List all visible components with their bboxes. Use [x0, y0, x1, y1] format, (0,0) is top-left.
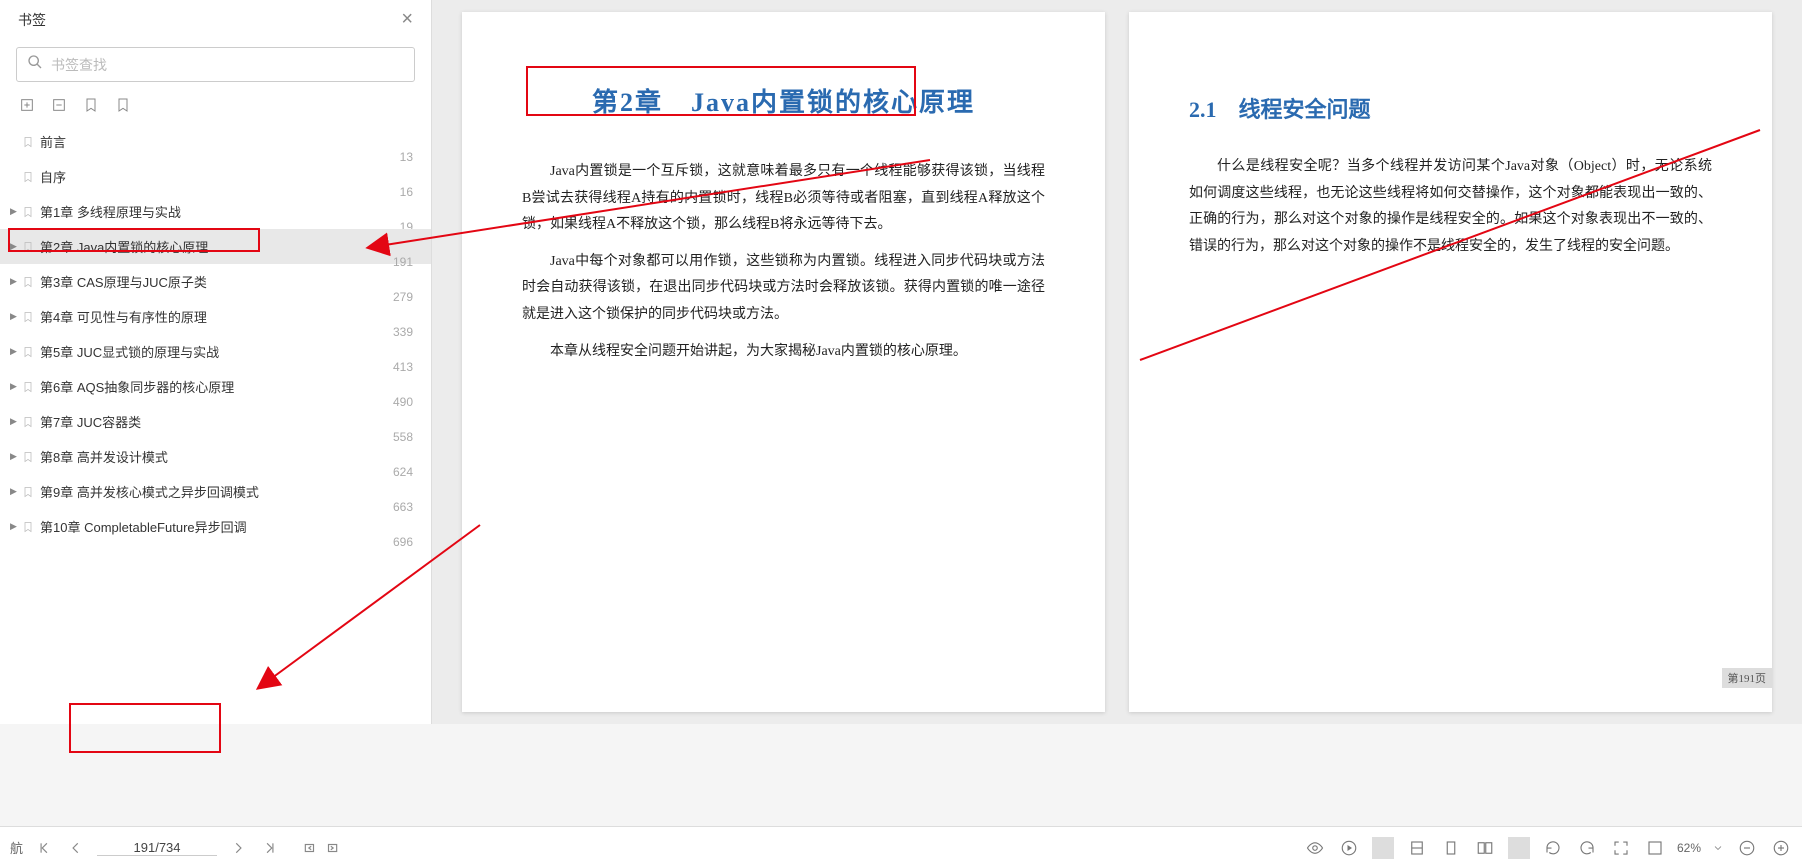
- expand-all-icon[interactable]: [18, 96, 36, 114]
- bookmark-item[interactable]: 自序16: [0, 159, 431, 194]
- bookmark-item[interactable]: ▶第8章 高并发设计模式624: [0, 439, 431, 474]
- bottom-toolbar: 航 62%: [0, 826, 1802, 868]
- search-input[interactable]: [51, 57, 404, 73]
- bookmark-label: 第2章 Java内置锁的核心原理: [40, 237, 413, 256]
- expand-triangle-icon[interactable]: ▶: [10, 416, 20, 427]
- bookmark-outline-icon[interactable]: [114, 96, 132, 114]
- sidebar-toolbar: [0, 90, 431, 124]
- bookmark-label: 第3章 CAS原理与JUC原子类: [40, 272, 413, 291]
- two-page-icon[interactable]: [1474, 837, 1496, 859]
- expand-triangle-icon[interactable]: ▶: [10, 346, 20, 357]
- zoom-level[interactable]: 62%: [1678, 837, 1700, 859]
- bookmark-icon: [22, 240, 34, 254]
- first-page-button[interactable]: [33, 837, 55, 859]
- bookmark-label: 前言: [40, 132, 413, 151]
- fullscreen-icon[interactable]: [1610, 837, 1632, 859]
- bookmark-label: 第1章 多线程原理与实战: [40, 202, 413, 221]
- fit-width-icon[interactable]: [1406, 837, 1428, 859]
- collapse-all-icon[interactable]: [50, 96, 68, 114]
- play-icon[interactable]: [1338, 837, 1360, 859]
- close-icon[interactable]: ×: [401, 8, 413, 31]
- paragraph: 本章从线程安全问题开始讲起，为大家揭秘Java内置锁的核心原理。: [522, 339, 1045, 366]
- expand-triangle-icon[interactable]: ▶: [10, 276, 20, 287]
- expand-triangle-icon[interactable]: ▶: [10, 311, 20, 322]
- bookmark-item[interactable]: ▶第2章 Java内置锁的核心原理191: [0, 229, 431, 264]
- expand-triangle-icon[interactable]: ▶: [10, 206, 20, 217]
- zoom-out-button[interactable]: [1736, 837, 1758, 859]
- forward-button[interactable]: [321, 837, 343, 859]
- expand-triangle-icon[interactable]: ▶: [10, 451, 20, 462]
- bookmark-label: 第4章 可见性与有序性的原理: [40, 307, 413, 326]
- page-badge: 第191页: [1722, 668, 1773, 688]
- bookmark-item[interactable]: ▶第9章 高并发核心模式之异步回调模式663: [0, 474, 431, 509]
- paragraph: Java中每个对象都可以用作锁，这些锁称为内置锁。线程进入同步代码块或方法时会自…: [522, 249, 1045, 329]
- bookmark-icon: [22, 380, 34, 394]
- paragraph: 什么是线程安全呢？当多个线程并发访问某个Java对象（Object）时，无论系统…: [1189, 154, 1712, 260]
- bookmark-label: 自序: [40, 167, 413, 186]
- expand-triangle-icon[interactable]: ▶: [10, 486, 20, 497]
- bookmark-icon: [22, 485, 34, 499]
- expand-triangle-icon[interactable]: ▶: [10, 381, 20, 392]
- bookmark-icon: [22, 310, 34, 324]
- page-left: 第2章 Java内置锁的核心原理 Java内置锁是一个互斥锁，这就意味着最多只有…: [462, 12, 1105, 712]
- bookmark-label: 第5章 JUC显式锁的原理与实战: [40, 342, 413, 361]
- prev-page-button[interactable]: [65, 837, 87, 859]
- bookmark-list: 前言13自序16▶第1章 多线程原理与实战19▶第2章 Java内置锁的核心原理…: [0, 124, 431, 544]
- divider: [1372, 837, 1394, 859]
- section-title: 2.1 线程安全问题: [1189, 92, 1712, 124]
- search-wrap: [0, 39, 431, 90]
- bookmark-item[interactable]: ▶第4章 可见性与有序性的原理339: [0, 299, 431, 334]
- paragraph: Java内置锁是一个互斥锁，这就意味着最多只有一个线程能够获得该锁，当线程B尝试…: [522, 159, 1045, 239]
- bookmark-item[interactable]: ▶第1章 多线程原理与实战19: [0, 194, 431, 229]
- sidebar-title: 书签: [18, 10, 46, 30]
- bookmark-item[interactable]: ▶第5章 JUC显式锁的原理与实战413: [0, 334, 431, 369]
- nav-label: 航: [10, 838, 23, 857]
- bookmark-label: 第9章 高并发核心模式之异步回调模式: [40, 482, 413, 501]
- divider: [1508, 837, 1530, 859]
- bookmark-item[interactable]: ▶第10章 CompletableFuture异步回调696: [0, 509, 431, 544]
- bookmark-page-number: 696: [383, 535, 413, 549]
- bookmark-item[interactable]: ▶第7章 JUC容器类558: [0, 404, 431, 439]
- bookmark-item[interactable]: ▶第3章 CAS原理与JUC原子类279: [0, 264, 431, 299]
- page-right: 2.1 线程安全问题 什么是线程安全呢？当多个线程并发访问某个Java对象（Ob…: [1129, 12, 1772, 712]
- bookmark-icon[interactable]: [82, 96, 100, 114]
- bookmark-icon: [22, 415, 34, 429]
- expand-triangle-icon[interactable]: ▶: [10, 241, 20, 252]
- bookmark-icon: [22, 345, 34, 359]
- bookmark-item[interactable]: ▶第6章 AQS抽象同步器的核心原理490: [0, 369, 431, 404]
- view-tools: 62%: [1304, 837, 1792, 859]
- search-icon: [27, 54, 43, 75]
- expand-triangle-icon[interactable]: ▶: [10, 521, 20, 532]
- rotate-left-icon[interactable]: [1542, 837, 1564, 859]
- fit-page-icon[interactable]: [1644, 837, 1666, 859]
- bookmarks-sidebar: 书签 × 前言13自序16▶第1章 多线程原理与实战19▶第2章 Java内置锁…: [0, 0, 432, 724]
- chevron-down-icon[interactable]: [1712, 837, 1724, 859]
- bookmark-icon: [22, 205, 34, 219]
- bookmark-label: 第10章 CompletableFuture异步回调: [40, 517, 413, 536]
- eye-icon[interactable]: [1304, 837, 1326, 859]
- next-page-button[interactable]: [227, 837, 249, 859]
- page-nav-group: [33, 837, 281, 859]
- bookmark-label: 第6章 AQS抽象同步器的核心原理: [40, 377, 413, 396]
- back-button[interactable]: [299, 837, 321, 859]
- document-area[interactable]: 第2章 Java内置锁的核心原理 Java内置锁是一个互斥锁，这就意味着最多只有…: [432, 0, 1802, 724]
- last-page-button[interactable]: [259, 837, 281, 859]
- bookmark-icon: [22, 520, 34, 534]
- bookmark-icon: [22, 275, 34, 289]
- chapter-title: 第2章 Java内置锁的核心原理: [522, 82, 1045, 119]
- bookmark-label: 第8章 高并发设计模式: [40, 447, 413, 466]
- rotate-right-icon[interactable]: [1576, 837, 1598, 859]
- bookmark-icon: [22, 135, 34, 149]
- single-page-icon[interactable]: [1440, 837, 1462, 859]
- page-input[interactable]: [97, 840, 217, 856]
- bookmark-item[interactable]: 前言13: [0, 124, 431, 159]
- search-box[interactable]: [16, 47, 415, 82]
- bookmark-icon: [22, 450, 34, 464]
- sidebar-header: 书签 ×: [0, 0, 431, 39]
- bookmark-icon: [22, 170, 34, 184]
- bookmark-label: 第7章 JUC容器类: [40, 412, 413, 431]
- zoom-in-button[interactable]: [1770, 837, 1792, 859]
